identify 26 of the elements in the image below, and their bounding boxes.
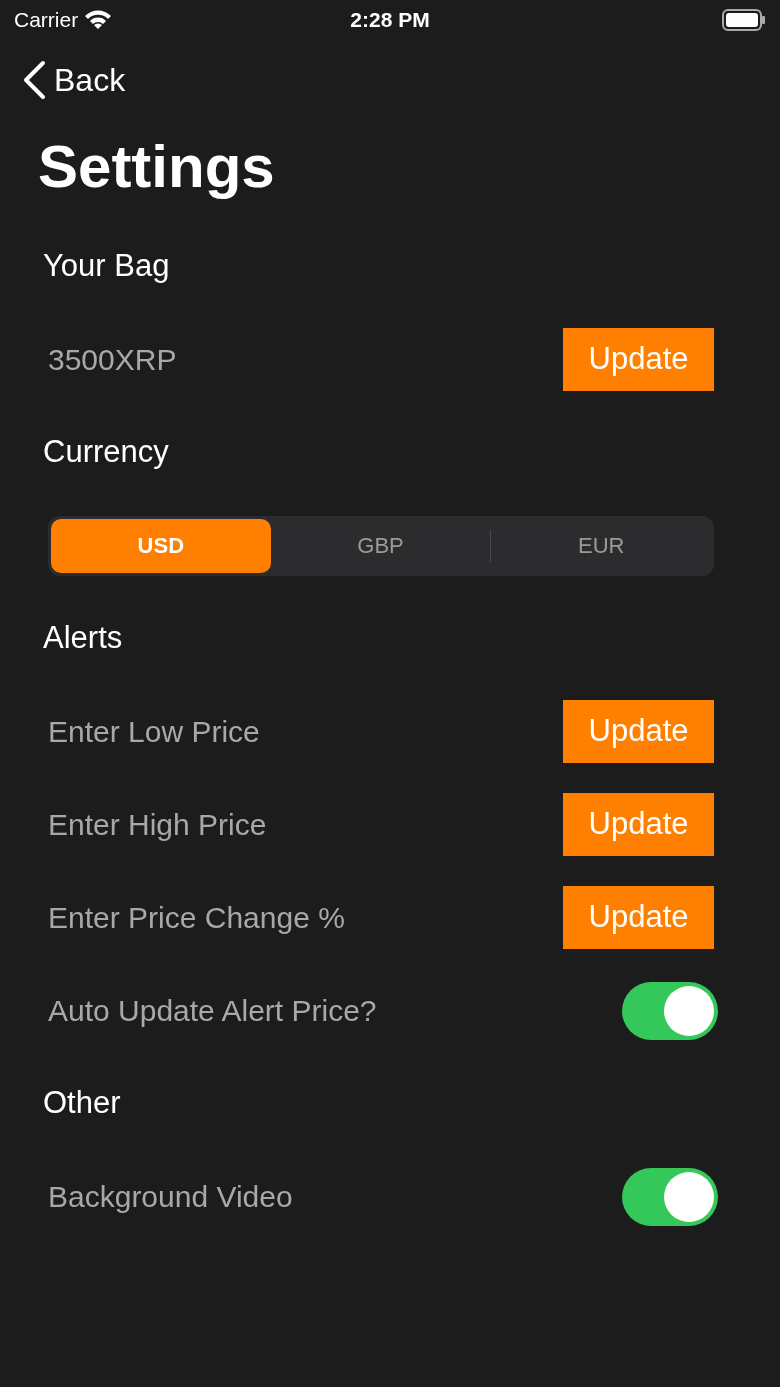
wifi-icon — [84, 10, 113, 30]
status-time: 2:28 PM — [350, 7, 430, 34]
section-heading: Currency — [43, 433, 169, 472]
update-button[interactable]: Update — [563, 328, 714, 391]
section-heading: Your Bag — [43, 247, 170, 286]
segment[interactable]: USD — [51, 518, 271, 573]
toggle-switch[interactable] — [622, 981, 718, 1040]
page-title: Settings — [38, 132, 275, 202]
section-heading: Alerts — [43, 619, 123, 658]
back-button[interactable]: Back — [22, 56, 126, 104]
carrier-label: Carrier — [14, 7, 79, 34]
text-field[interactable]: 3500XRP — [48, 337, 508, 382]
update-button[interactable]: Update — [563, 793, 714, 856]
section-heading: Other — [43, 1084, 121, 1123]
update-button[interactable]: Update — [563, 700, 714, 763]
toggle-switch[interactable] — [622, 1167, 718, 1226]
toggle-label: Background Video — [48, 1179, 293, 1215]
segment[interactable]: GBP — [270, 518, 491, 573]
segment[interactable]: EUR — [491, 518, 711, 573]
battery-icon — [722, 9, 766, 31]
toggle-label: Auto Update Alert Price? — [48, 993, 377, 1029]
text-field[interactable]: Enter Low Price — [48, 709, 508, 754]
text-field[interactable]: Enter Price Change % — [48, 895, 508, 940]
chevron-left-icon — [22, 60, 46, 100]
update-button[interactable]: Update — [563, 886, 714, 949]
text-field[interactable]: Enter High Price — [48, 802, 508, 847]
